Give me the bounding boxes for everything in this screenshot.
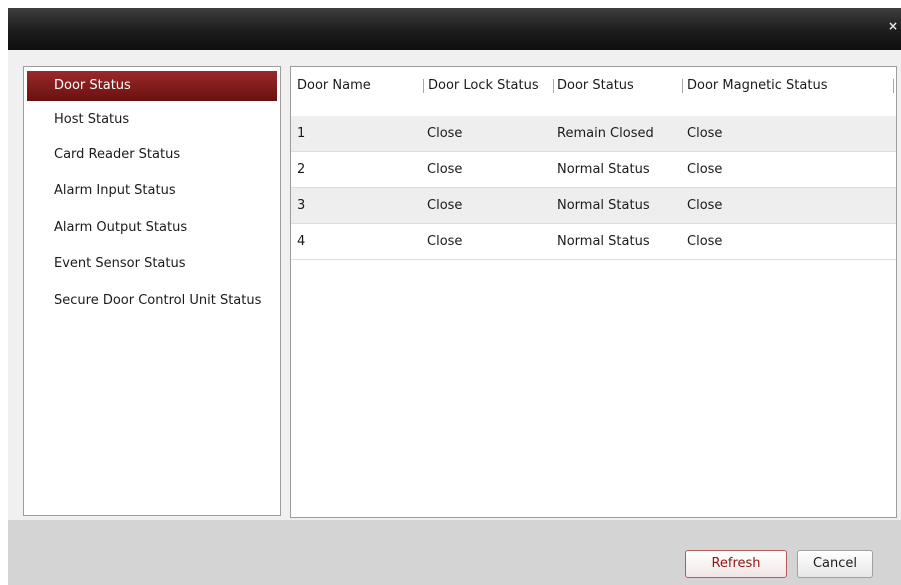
door-magnetic-status-cell: Close <box>687 234 723 249</box>
column-divider[interactable] <box>423 79 424 93</box>
door-status-table: Door Name Door Lock Status Door Status D… <box>290 66 897 518</box>
door-status-dialog: × Door Status Host Status Card Reader St… <box>8 8 901 585</box>
door-name-cell: 3 <box>297 198 306 213</box>
door-lock-status-cell: Close <box>427 126 463 141</box>
column-divider[interactable] <box>553 79 554 93</box>
door-magnetic-status-cell: Close <box>687 162 723 177</box>
door-magnetic-status-cell: Close <box>687 126 723 141</box>
close-icon[interactable]: × <box>887 18 899 34</box>
sidebar-item-card-reader-status[interactable]: Card Reader Status <box>27 140 277 170</box>
column-divider[interactable] <box>893 79 894 93</box>
sidebar-item-event-sensor-status[interactable]: Event Sensor Status <box>27 249 277 279</box>
cancel-button[interactable]: Cancel <box>797 550 873 578</box>
door-name-cell: 1 <box>297 126 306 141</box>
status-category-list: Door Status Host Status Card Reader Stat… <box>23 66 281 516</box>
sidebar-item-alarm-input-status[interactable]: Alarm Input Status <box>27 176 277 206</box>
refresh-button[interactable]: Refresh <box>685 550 787 578</box>
sidebar-item-door-status[interactable]: Door Status <box>27 71 277 101</box>
column-header-door-name[interactable]: Door Name <box>297 67 371 104</box>
door-status-cell: Remain Closed <box>557 126 654 141</box>
table-row[interactable]: 3 Close Normal Status Close <box>291 188 896 224</box>
dialog-content: Door Status Host Status Card Reader Stat… <box>8 50 901 520</box>
sidebar-item-alarm-output-status[interactable]: Alarm Output Status <box>27 213 277 243</box>
dialog-title-bar[interactable]: × <box>8 8 901 50</box>
column-header-door-status[interactable]: Door Status <box>557 67 634 104</box>
table-row[interactable]: 2 Close Normal Status Close <box>291 152 896 188</box>
column-header-door-lock-status[interactable]: Door Lock Status <box>428 67 539 104</box>
table-row[interactable]: 4 Close Normal Status Close <box>291 224 896 260</box>
sidebar-item-host-status[interactable]: Host Status <box>27 105 277 135</box>
door-status-cell: Normal Status <box>557 198 650 213</box>
door-lock-status-cell: Close <box>427 162 463 177</box>
door-lock-status-cell: Close <box>427 234 463 249</box>
door-status-cell: Normal Status <box>557 162 650 177</box>
column-header-door-magnetic-status[interactable]: Door Magnetic Status <box>687 67 827 104</box>
sidebar-item-secure-door-control-unit-status[interactable]: Secure Door Control Unit Status <box>27 286 277 316</box>
table-row[interactable]: 1 Close Remain Closed Close <box>291 116 896 152</box>
door-magnetic-status-cell: Close <box>687 198 723 213</box>
door-name-cell: 2 <box>297 162 306 177</box>
door-lock-status-cell: Close <box>427 198 463 213</box>
door-status-cell: Normal Status <box>557 234 650 249</box>
dialog-footer: Refresh Cancel <box>8 520 901 585</box>
door-name-cell: 4 <box>297 234 306 249</box>
column-divider[interactable] <box>682 79 683 93</box>
